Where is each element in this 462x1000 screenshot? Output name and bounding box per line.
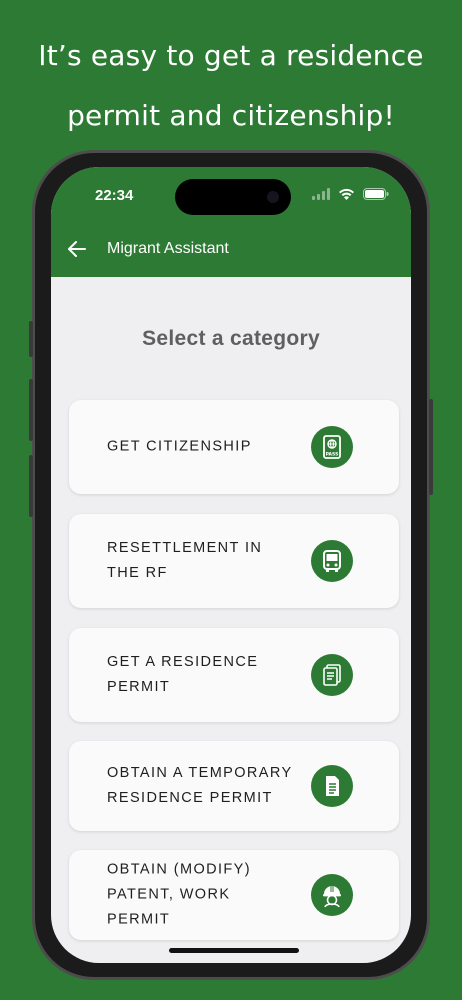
bus-icon — [311, 540, 353, 582]
category-card-temporary-residence[interactable]: OBTAIN A TEMPORARY RESIDENCE PERMIT — [69, 741, 399, 831]
phone-frame: 22:34 Migrant Assistant Select a categor… — [29, 150, 433, 980]
home-indicator[interactable] — [169, 948, 299, 953]
passport-icon: PASS — [311, 426, 353, 468]
category-card-work-permit[interactable]: OBTAIN (MODIFY) PATENT, WORK PERMIT — [69, 850, 399, 940]
signal-icon — [312, 187, 330, 205]
promo-headline-line-2: permit and citizenship! — [67, 99, 395, 132]
wifi-icon — [338, 187, 355, 205]
category-label: OBTAIN (MODIFY) PATENT, WORK PERMIT — [107, 861, 251, 928]
app-screen: 22:34 Migrant Assistant Select a categor… — [51, 167, 411, 963]
dynamic-island — [175, 179, 291, 215]
page-title: Select a category — [142, 327, 320, 350]
phone-volume-down-button — [29, 455, 33, 517]
app-title: Migrant Assistant — [107, 240, 229, 257]
category-card-residence-permit[interactable]: GET A RESIDENCE PERMIT — [69, 628, 399, 722]
category-label: GET A RESIDENCE PERMIT — [107, 654, 259, 695]
battery-icon — [363, 187, 389, 205]
category-card-resettlement[interactable]: RESETTLEMENT IN THE RF — [69, 514, 399, 608]
status-icons — [312, 187, 389, 205]
back-button[interactable] — [65, 237, 89, 261]
document-icon — [311, 765, 353, 807]
app-bar: Migrant Assistant — [51, 225, 411, 277]
arrow-left-icon — [65, 241, 89, 265]
status-time: 22:34 — [95, 187, 134, 204]
status-bar: 22:34 — [51, 167, 411, 225]
phone-power-button — [429, 399, 433, 495]
documents-icon — [311, 654, 353, 696]
promo-headline-line-1: It’s easy to get a residence — [38, 39, 424, 72]
phone-volume-up-button — [29, 379, 33, 441]
category-label: OBTAIN A TEMPORARY RESIDENCE PERMIT — [107, 765, 293, 806]
category-label: RESETTLEMENT IN THE RF — [107, 540, 263, 581]
category-label: GET CITIZENSHIP — [107, 438, 252, 455]
category-card-citizenship[interactable]: GET CITIZENSHIP PASS — [69, 400, 399, 494]
worker-helmet-icon — [311, 874, 353, 916]
svg-text:PASS: PASS — [326, 452, 339, 458]
phone-side-button — [29, 321, 33, 357]
promo-headline: It’s easy to get a residence permit and … — [0, 26, 462, 146]
